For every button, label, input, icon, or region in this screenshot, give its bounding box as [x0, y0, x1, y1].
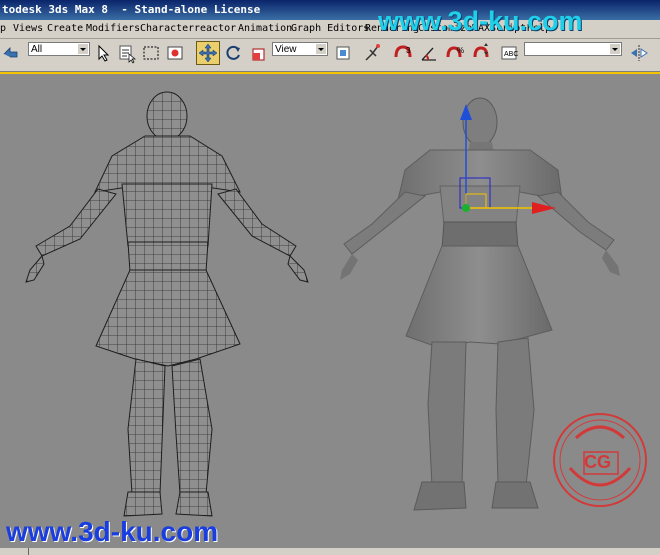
- menu-item-animation[interactable]: Animation: [238, 23, 292, 34]
- menu-item-graph-editors[interactable]: Graph Editors: [291, 23, 369, 34]
- cgmodel-stamp-logo: CG: [548, 398, 652, 528]
- svg-text:ABC: ABC: [504, 51, 518, 58]
- mirror-icon[interactable]: [628, 42, 650, 64]
- svg-text:CG: CG: [584, 452, 611, 472]
- select-by-name-icon[interactable]: [116, 42, 138, 64]
- svg-text:3: 3: [406, 46, 411, 55]
- svg-text:%: %: [457, 46, 464, 55]
- chevron-down-icon: [610, 44, 620, 54]
- cursor-icon: [28, 548, 37, 555]
- wireframe-character[interactable]: [25, 91, 309, 517]
- menu-item-reactor[interactable]: reactor: [194, 23, 236, 34]
- select-manipulate-icon[interactable]: [362, 42, 384, 64]
- reference-coord-dropdown[interactable]: View: [272, 42, 328, 56]
- edit-named-sets-icon[interactable]: ABC: [498, 42, 520, 64]
- selection-filter-value: All: [31, 44, 43, 55]
- scale-icon[interactable]: [248, 42, 270, 64]
- menu-item-character[interactable]: Character: [140, 23, 194, 34]
- selection-filter-dropdown[interactable]: All: [28, 42, 90, 56]
- menu-item-create[interactable]: Create: [47, 23, 83, 34]
- watermark-top: www.3d-ku.com: [378, 6, 583, 36]
- undo-icon[interactable]: [0, 42, 22, 64]
- chevron-down-icon: [316, 44, 326, 54]
- status-bar: [0, 548, 660, 555]
- percent-snap-icon[interactable]: %: [444, 42, 466, 64]
- named-selection-sets-dropdown[interactable]: [524, 42, 622, 56]
- rotate-icon[interactable]: [222, 42, 244, 64]
- pivot-center-icon[interactable]: [332, 42, 354, 64]
- watermark-bottom: www.3d-ku.com: [6, 516, 219, 547]
- reference-coord-value: View: [275, 44, 297, 55]
- region-select-icon[interactable]: [140, 42, 162, 64]
- menu-item-map[interactable]: p: [0, 23, 6, 34]
- select-icon[interactable]: [92, 42, 114, 64]
- window-title: todesk 3ds Max 8 - Stand-alone License: [2, 3, 261, 16]
- menu-item-modifiers[interactable]: Modifiers: [86, 23, 140, 34]
- y-axis-handle[interactable]: [462, 204, 470, 212]
- window-crossing-icon[interactable]: [164, 42, 186, 64]
- main-toolbar: All View 3 % ABC: [0, 39, 660, 72]
- snap-icon[interactable]: 3: [392, 42, 414, 64]
- move-icon[interactable]: [196, 41, 220, 65]
- angle-snap-icon[interactable]: [418, 42, 440, 64]
- chevron-down-icon: [78, 44, 88, 54]
- menu-item-views[interactable]: Views: [13, 23, 43, 34]
- spinner-snap-icon[interactable]: [470, 42, 492, 64]
